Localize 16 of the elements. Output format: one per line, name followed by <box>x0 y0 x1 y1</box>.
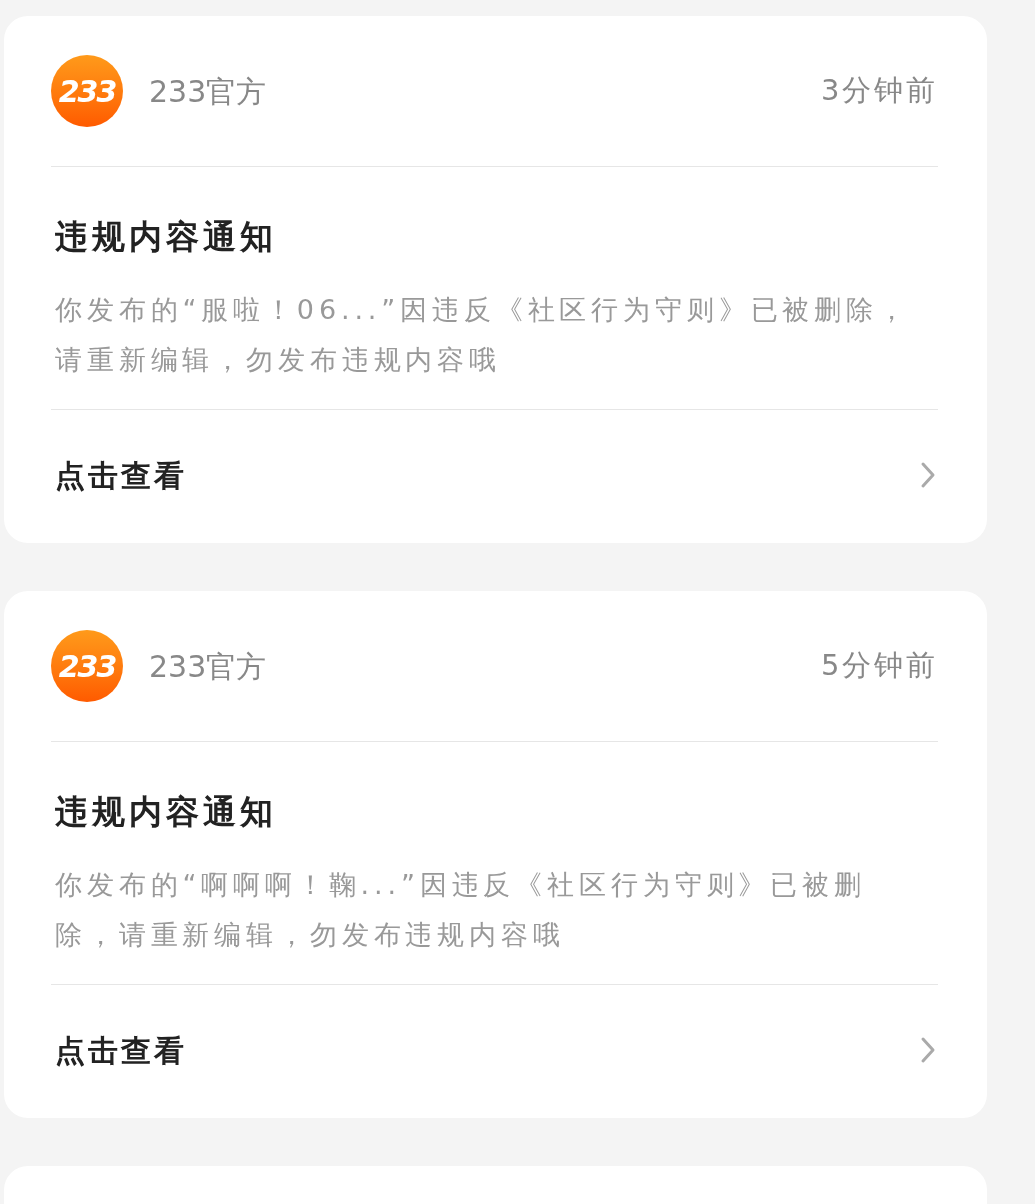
view-details-link[interactable]: 点击查看 <box>55 452 187 498</box>
notice-title: 违规内容通知 <box>55 791 278 833</box>
view-details-row[interactable]: 点击查看 <box>51 985 938 1115</box>
timestamp: 3分钟前 <box>820 72 938 110</box>
avatar-logo: 233 <box>51 55 123 127</box>
sender-name: 233官方 <box>149 72 267 111</box>
view-details-row[interactable]: 点击查看 <box>51 410 938 540</box>
timestamp: 5分钟前 <box>820 647 938 685</box>
view-details-link[interactable]: 点击查看 <box>55 1027 187 1073</box>
notice-body: 你发布的“服啦！06...”因违反《社区行为守则》已被删除，请重新编辑，勿发布违规内容哦 <box>55 293 911 377</box>
avatar-logo: 233 <box>51 630 123 702</box>
sender-name: 233官方 <box>149 647 267 686</box>
notice-body: 你发布的“啊啊啊！鞠...”因违反《社区行为守则》已被删除，请重新编辑，勿发布违规内容哦 <box>55 868 867 952</box>
chevron-right-icon <box>920 461 936 489</box>
notice-title: 违规内容通知 <box>55 216 278 258</box>
chevron-right-icon <box>920 1036 936 1064</box>
